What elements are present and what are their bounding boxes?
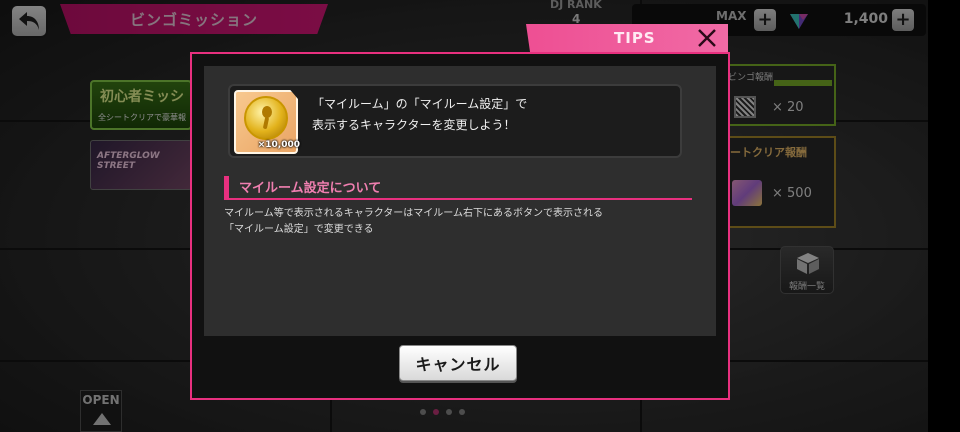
cancel-label: キャンセル xyxy=(415,355,501,374)
close-icon xyxy=(698,29,716,47)
section-description: マイルーム等で表示されるキャラクターはマイルーム右下にあるボタンで表示される 「… xyxy=(224,208,603,235)
item-quantity: ×10,000 xyxy=(257,140,300,150)
tip-message: 「マイルーム」の「マイルーム設定」で 表示するキャラクターを変更しよう！ xyxy=(312,97,528,132)
section-header: マイルーム設定について xyxy=(224,176,692,200)
screen-edge-strip xyxy=(928,0,960,432)
close-button[interactable] xyxy=(692,24,722,52)
microphone-icon xyxy=(262,106,272,129)
section-title: マイルーム設定について xyxy=(239,181,382,196)
tips-tab-label: TIPS xyxy=(614,29,656,47)
cancel-button[interactable]: キャンセル xyxy=(399,345,517,381)
